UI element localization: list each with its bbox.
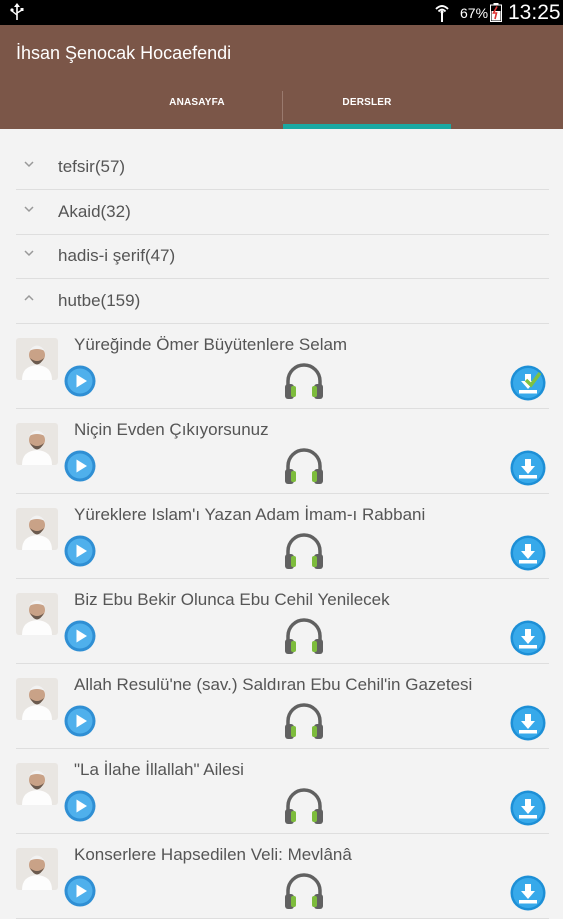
play-icon[interactable] [64, 620, 96, 652]
download-icon[interactable] [510, 875, 546, 911]
category-hadis[interactable]: hadis-i şerif(47) [16, 234, 549, 279]
headphones-icon [285, 618, 323, 654]
category-label: hutbe(159) [58, 291, 141, 310]
speaker-avatar [16, 593, 58, 635]
signal-icon [435, 5, 449, 22]
headphones-icon [285, 533, 323, 569]
chevron-down-icon [24, 161, 34, 168]
track-row[interactable]: Allah Resulü'ne (sav.) Saldıran Ebu Cehi… [16, 663, 549, 749]
battery-icon [490, 3, 502, 22]
track-row[interactable]: Yüreklere Islam'ı Yazan Adam İmam-ı Rabb… [16, 493, 549, 579]
track-title: Yüreğinde Ömer Büyütenlere Selam [74, 335, 348, 354]
track-title: Niçin Evden Çıkıyorsunuz [74, 420, 269, 439]
play-icon[interactable] [64, 790, 96, 822]
track-row[interactable]: Biz Ebu Bekir Olunca Ebu Cehil Yenilecek [16, 578, 549, 664]
headphones-icon [285, 788, 323, 824]
track-row[interactable]: Niçin Evden Çıkıyorsunuz [16, 408, 549, 494]
usb-icon [10, 3, 24, 20]
headphones-icon [285, 703, 323, 739]
speaker-avatar [16, 423, 58, 465]
category-label: hadis-i şerif(47) [58, 246, 176, 265]
headphones-icon [285, 873, 323, 909]
chevron-down-icon [24, 250, 34, 257]
speaker-avatar [16, 848, 58, 890]
play-icon[interactable] [64, 365, 96, 397]
track-title: Yüreklere Islam'ı Yazan Adam İmam-ı Rabb… [74, 505, 426, 524]
clock: 13:25 [508, 1, 561, 24]
track-row[interactable]: Konserlere Hapsedilen Veli: Mevlânâ [16, 833, 549, 919]
speaker-avatar [16, 338, 58, 380]
headphones-icon [285, 448, 323, 484]
tab-anasayfa[interactable]: ANASAYFA [112, 97, 282, 125]
speaker-avatar [16, 678, 58, 720]
chevron-down-icon [24, 206, 34, 213]
download-icon[interactable] [510, 450, 546, 486]
status-bar: 67% 13:25 [0, 0, 563, 25]
speaker-avatar [16, 508, 58, 550]
category-tefsir[interactable]: tefsir(57) [16, 145, 549, 190]
download-icon[interactable] [510, 705, 546, 741]
category-label: tefsir(57) [58, 157, 126, 176]
download-icon[interactable] [510, 790, 546, 826]
lesson-list[interactable]: tefsir(57) Akaid(32) hadis-i şerif(47) h… [0, 129, 563, 919]
track-row[interactable]: "La İlahe İllallah" Ailesi [16, 748, 549, 834]
app-bar: İhsan Şenocak Hocaefendi ANASAYFA DERSLE… [0, 25, 563, 129]
battery-percent: 67% [460, 5, 489, 21]
speaker-avatar [16, 763, 58, 805]
track-title: Biz Ebu Bekir Olunca Ebu Cehil Yenilecek [74, 590, 390, 609]
track-row[interactable]: Yüreğinde Ömer Büyütenlere Selam [16, 323, 549, 409]
track-title: Konserlere Hapsedilen Veli: Mevlânâ [74, 845, 352, 864]
downloaded-icon[interactable] [510, 365, 546, 401]
headphones-icon [285, 363, 323, 399]
download-icon[interactable] [510, 620, 546, 656]
category-hutbe[interactable]: hutbe(159) [16, 279, 549, 324]
play-icon[interactable] [64, 450, 96, 482]
app-title: İhsan Şenocak Hocaefendi [16, 43, 232, 63]
play-icon[interactable] [64, 875, 96, 907]
category-akaid[interactable]: Akaid(32) [16, 190, 549, 235]
tab-dersler[interactable]: DERSLER [283, 97, 451, 125]
track-title: "La İlahe İllallah" Ailesi [74, 760, 244, 779]
chevron-up-icon [24, 294, 34, 301]
download-icon[interactable] [510, 535, 546, 571]
category-label: Akaid(32) [58, 202, 131, 221]
track-title: Allah Resulü'ne (sav.) Saldıran Ebu Cehi… [74, 675, 473, 694]
play-icon[interactable] [64, 705, 96, 737]
play-icon[interactable] [64, 535, 96, 567]
